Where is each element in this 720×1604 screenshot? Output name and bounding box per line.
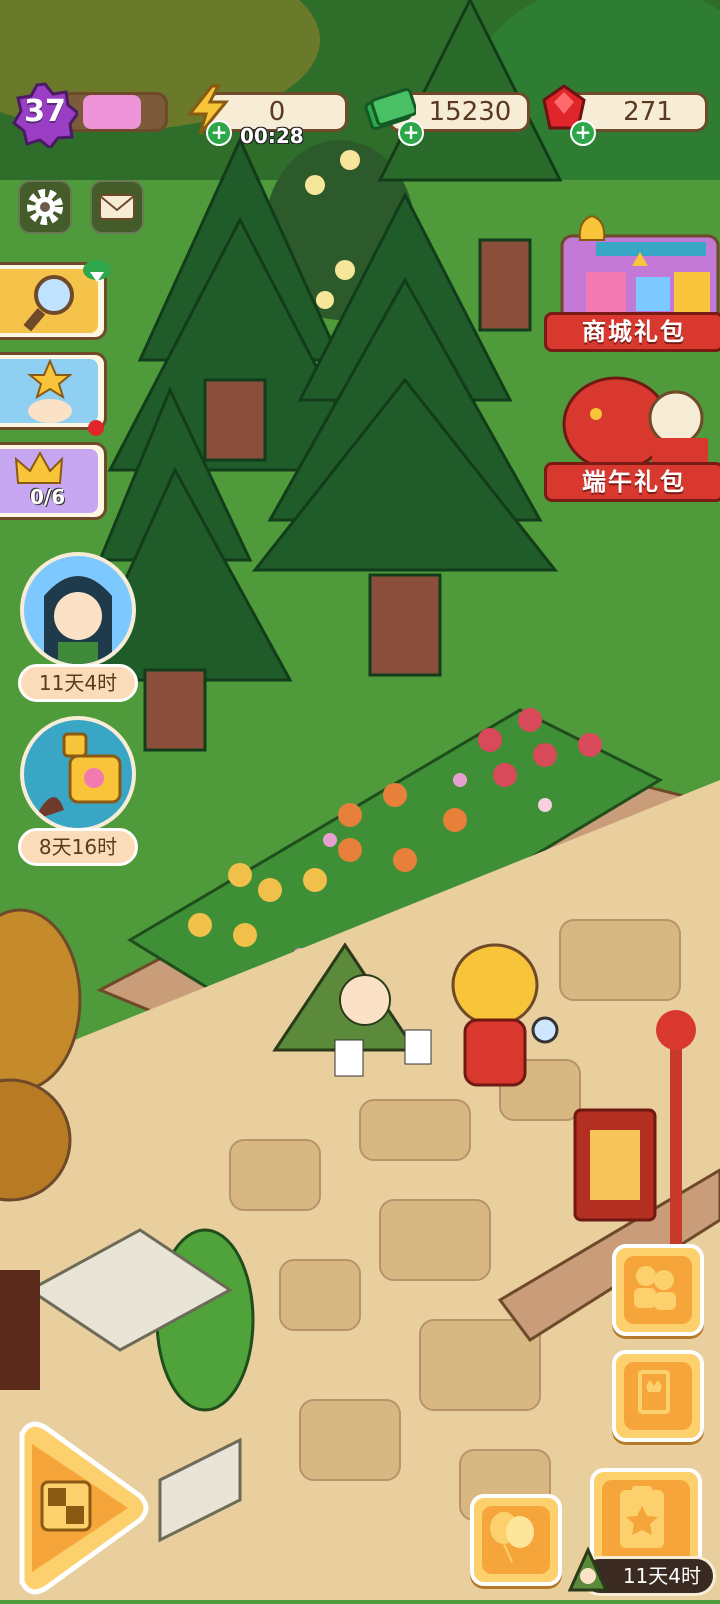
button-face	[624, 1362, 692, 1430]
button-face	[482, 1506, 550, 1574]
event-art	[0, 358, 98, 423]
board-switch-button[interactable]	[0, 1416, 150, 1600]
gear-icon	[27, 189, 63, 225]
mail-icon	[99, 194, 135, 220]
notification-dot	[88, 420, 104, 436]
star-icon	[27, 358, 73, 423]
shop-gift-label: 商城礼包	[544, 312, 720, 352]
dragon-boat-gift-label: 端午礼包	[544, 462, 720, 502]
balloon-icon	[490, 1512, 534, 1563]
energy-plus-icon[interactable]: +	[206, 120, 232, 146]
settings-button[interactable]	[18, 180, 72, 234]
zongzi-icon	[567, 1546, 609, 1592]
mail-button[interactable]	[90, 180, 144, 234]
crown-collection-button[interactable]: 0/6	[0, 442, 107, 520]
cash-value: 15230	[428, 97, 512, 127]
gem-value: 271	[623, 97, 673, 127]
xp-fill	[83, 95, 141, 129]
characters-button[interactable]	[612, 1244, 704, 1336]
bell-icon	[578, 214, 606, 241]
heroine-portrait-icon	[44, 576, 112, 664]
album-button[interactable]	[612, 1350, 704, 1442]
cash-plus-icon[interactable]: +	[398, 120, 424, 146]
book-icon	[638, 1370, 670, 1414]
balloon-button[interactable]	[470, 1494, 562, 1586]
energy-refill-timer: 00:28	[240, 124, 304, 148]
crown-icon	[14, 450, 64, 484]
clipboard-star-icon	[620, 1486, 664, 1548]
button-face	[624, 1256, 692, 1324]
energy-value: 0	[268, 97, 286, 127]
event-avatar-heroine[interactable]	[20, 552, 136, 668]
player-level: 37	[24, 94, 66, 129]
dragon-boat-gift-pack-button[interactable]: 端午礼包	[544, 372, 720, 502]
cloud-download-icon	[83, 260, 111, 282]
event-timer: 8天16时	[18, 828, 138, 866]
perfume-bottle-icon	[34, 732, 122, 820]
play-triangle-icon	[19, 1421, 149, 1595]
collection-counter: 0/6	[30, 485, 66, 509]
gem-plus-icon[interactable]: +	[570, 120, 596, 146]
event-timer: 11天4时	[18, 664, 138, 702]
button-face	[602, 1480, 690, 1568]
star-event-button[interactable]	[0, 352, 107, 430]
event-avatar-perfume[interactable]	[20, 716, 136, 832]
characters-icon	[634, 1266, 676, 1310]
